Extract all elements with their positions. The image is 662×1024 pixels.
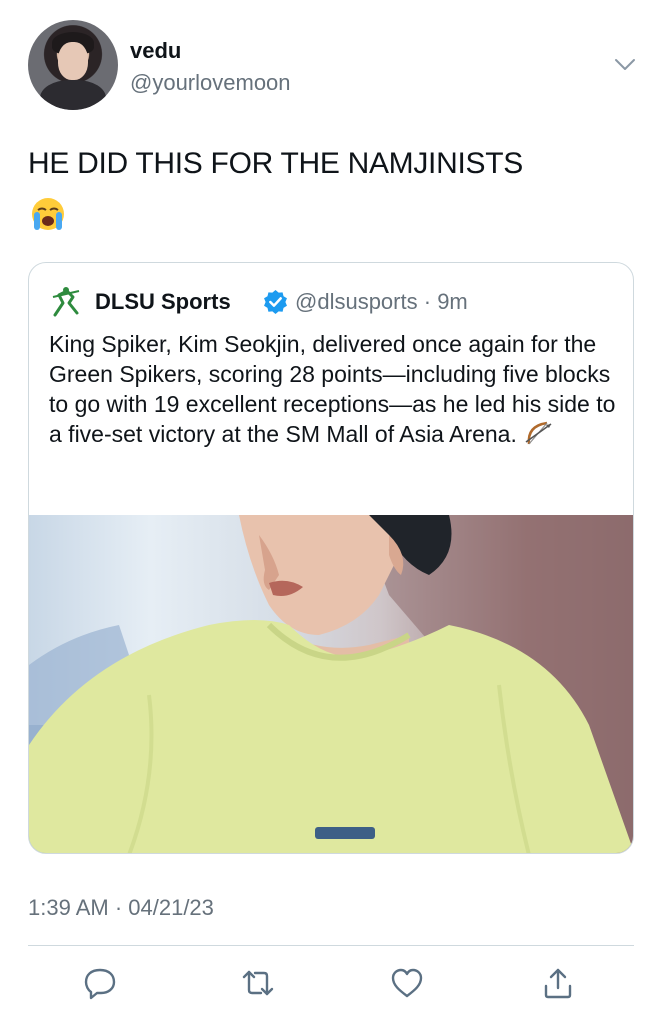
quoted-tweet-card[interactable]: DLSU Sports @dlsusports · 9m King Spiker… [28, 262, 634, 854]
tweet-text: HE DID THIS FOR THE NAMJINISTS [28, 147, 523, 180]
verified-badge-icon [264, 290, 287, 314]
quoted-tweet-photo[interactable] [29, 515, 633, 853]
loudly-crying-face-icon [32, 198, 64, 230]
heart-icon[interactable] [390, 966, 424, 1000]
green-archer-logo-icon [52, 287, 80, 317]
author-handle[interactable]: @yourlovemoon [130, 70, 291, 96]
divider [28, 945, 634, 946]
quoted-age: 9m [437, 289, 468, 314]
avatar[interactable] [28, 20, 118, 110]
tweet-header: vedu @yourlovemoon [28, 20, 642, 112]
bow-and-arrow-icon [525, 421, 552, 445]
quoted-text-block: King Spiker, Kim Seokjin, delivered once… [49, 329, 629, 449]
author-display-name[interactable]: vedu [130, 38, 181, 64]
share-icon[interactable] [541, 966, 575, 1000]
tweet-actions-bar [28, 962, 634, 1008]
reply-icon[interactable] [83, 966, 117, 1000]
quoted-handle[interactable]: @dlsusports [295, 289, 418, 314]
chevron-down-icon[interactable] [614, 58, 636, 72]
retweet-icon[interactable] [241, 966, 275, 1000]
tweet-timestamp[interactable]: 1:39 AM · 04/21/23 [28, 895, 214, 921]
quoted-handle-line: @dlsusports · 9m [295, 289, 468, 315]
quoted-display-name[interactable]: DLSU Sports [95, 289, 231, 315]
quoted-separator: · [423, 289, 432, 314]
